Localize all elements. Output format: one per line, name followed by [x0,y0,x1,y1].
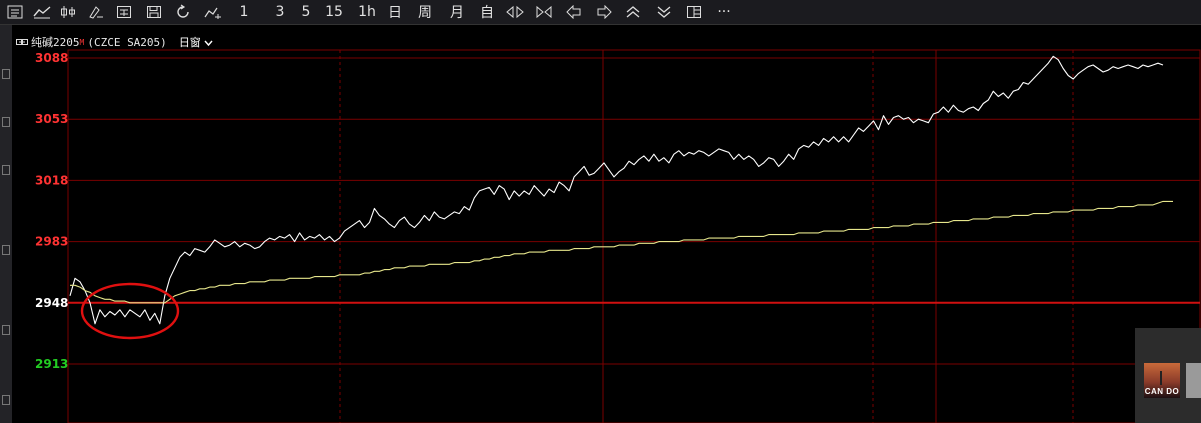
y-tick-label: 2913 [35,357,68,371]
chevron-down-icon [204,40,213,47]
main-contract-marker: M [79,37,85,47]
period-selector[interactable]: 日窗 [179,34,214,50]
y-tick-label: 2983 [35,235,68,249]
instrument-code: (CZCE SA205) [87,35,167,49]
chart-header: 纯碱2205 M (CZCE SA205) 日窗 [16,34,213,50]
period-label: 日窗 [178,36,201,49]
y-tick-label: 3018 [35,173,68,187]
thumbnail-logo-text: CAN DO [1144,387,1180,396]
y-tick-label: 2948 [35,296,68,310]
video-thumbnail[interactable]: CAN DO [1144,363,1180,398]
link-icon[interactable] [16,38,28,46]
plot-frame [67,49,1201,423]
thumbnail-figure [1160,371,1162,385]
y-tick-label: 3053 [35,112,68,126]
price-chart[interactable]: 3088 3053 3018 2983 2948 2913 [0,0,1201,423]
y-tick-label: 3088 [35,51,68,65]
instrument-name: 纯碱2205 [31,36,80,49]
widget-side-bar [1186,363,1201,398]
